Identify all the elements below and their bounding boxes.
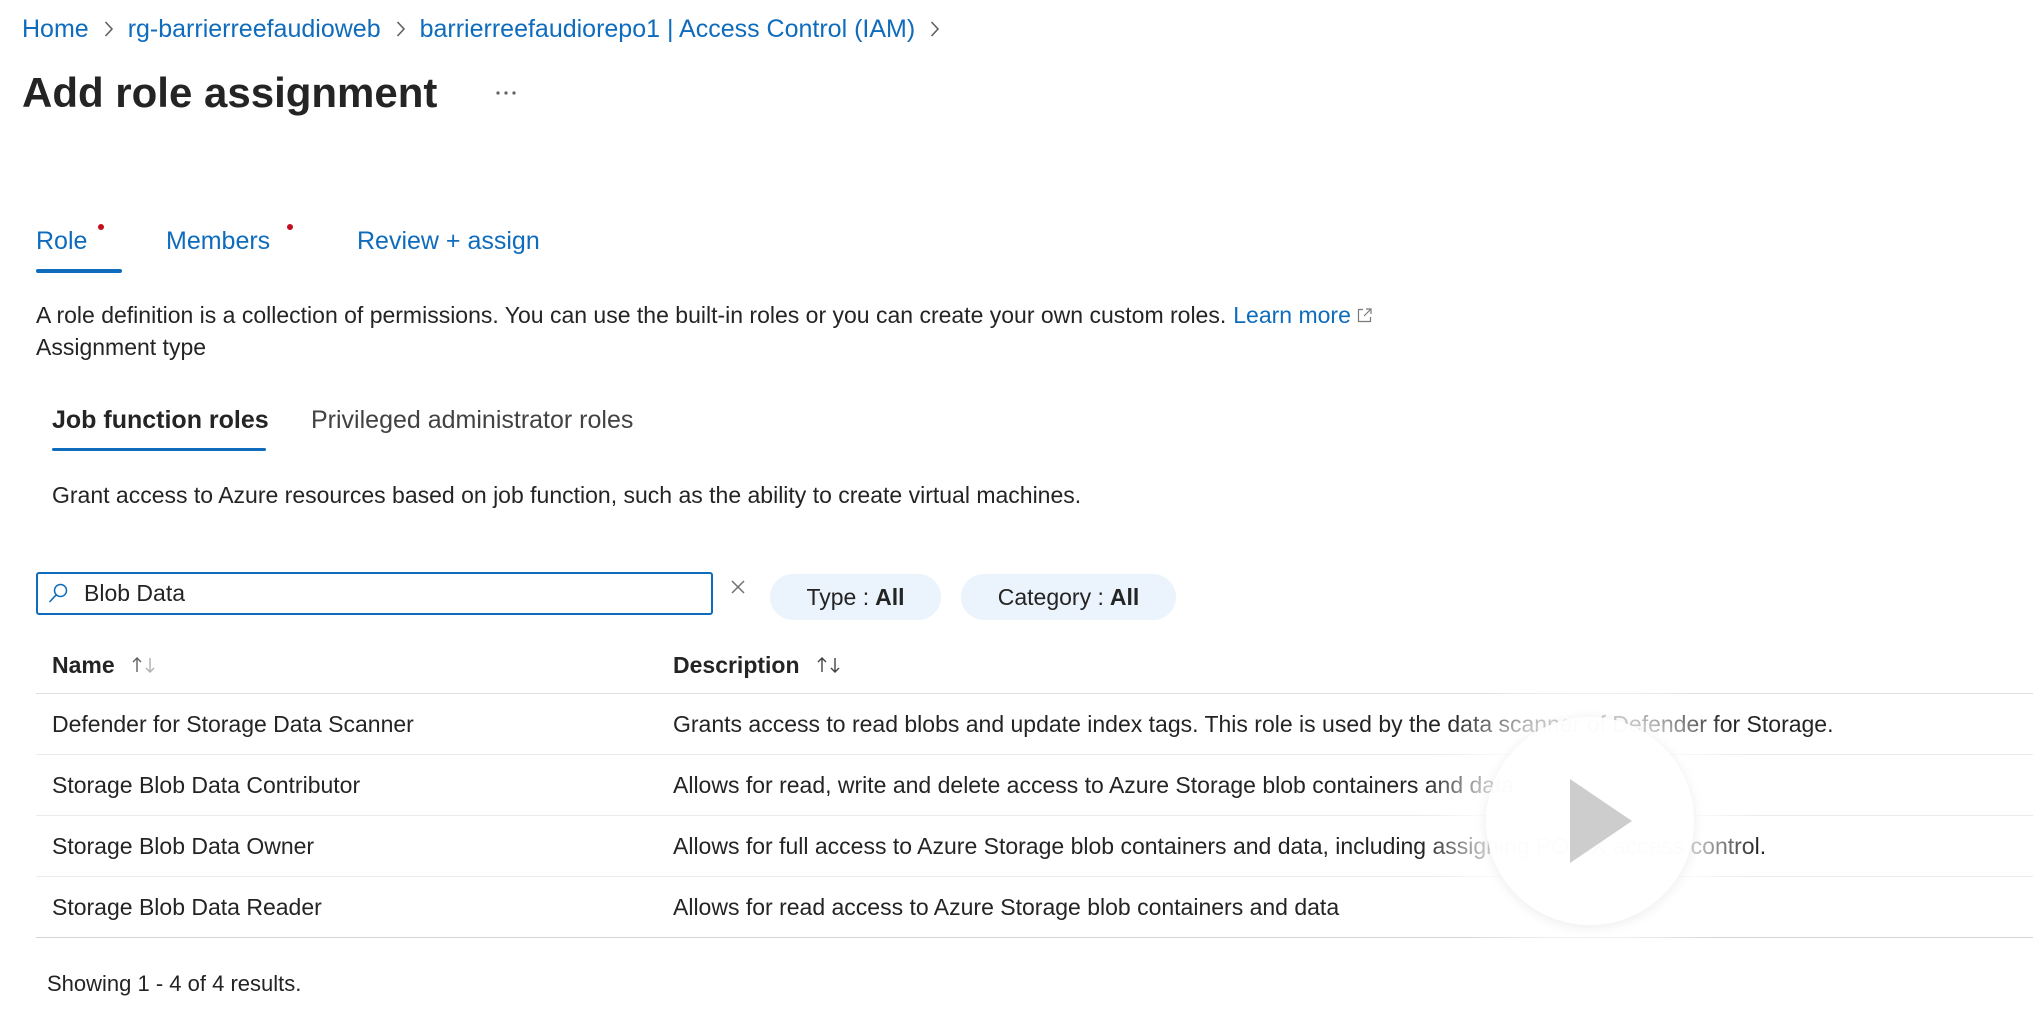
external-link-icon — [1356, 307, 1373, 324]
role-name: Defender for Storage Data Scanner — [52, 711, 414, 737]
results-count: Showing 1 - 4 of 4 results. — [47, 971, 302, 996]
role-intro: A role definition is a collection of per… — [36, 301, 1373, 329]
chevron-right-icon — [395, 20, 406, 38]
type-filter-label: Type : — [806, 584, 870, 610]
column-header-name-label: Name — [52, 652, 115, 678]
required-indicator — [287, 224, 293, 230]
column-header-name[interactable]: Name — [52, 651, 157, 679]
breadcrumb: Home rg-barrierreefaudioweb barrierreefa… — [22, 14, 954, 44]
role-name: Storage Blob Data Reader — [52, 894, 322, 920]
table-row[interactable]: Defender for Storage Data Scanner Grants… — [36, 694, 2033, 755]
category-filter-button[interactable]: Category : All — [961, 574, 1176, 620]
breadcrumb-link-access-control[interactable]: barrierreefaudiorepo1 | Access Control (… — [420, 14, 916, 44]
category-filter-label: Category : — [997, 584, 1104, 610]
video-play-button[interactable] — [1486, 717, 1694, 925]
sort-arrows-icon[interactable] — [131, 655, 157, 675]
assignment-type-label: Assignment type — [36, 334, 207, 360]
tab-privileged-administrator-roles[interactable]: Privileged administrator roles — [311, 405, 633, 435]
role-description: Allows for read access to Azure Storage … — [673, 894, 1340, 920]
column-header-description-label: Description — [673, 652, 800, 678]
tab-job-function-roles[interactable]: Job function roles — [52, 405, 269, 435]
column-header-description[interactable]: Description — [673, 651, 842, 679]
assignment-description: Grant access to Azure resources based on… — [52, 482, 1082, 508]
tab-review-assign[interactable]: Review + assign — [357, 226, 540, 256]
breadcrumb-link-home[interactable]: Home — [22, 14, 89, 44]
subtab-selected-indicator — [52, 448, 266, 451]
close-icon[interactable] — [729, 578, 747, 596]
table-header: Name Description — [36, 636, 2033, 694]
learn-more-link[interactable]: Learn more — [1233, 301, 1351, 329]
category-filter-value: All — [1109, 584, 1140, 610]
search-icon — [48, 583, 68, 605]
chevron-right-icon — [103, 20, 114, 38]
required-indicator — [98, 224, 104, 230]
role-intro-text: A role definition is a collection of per… — [36, 302, 1227, 328]
roles-table: Name Description Defender for Storage Da… — [36, 636, 2033, 938]
page-title: Add role assignment — [22, 69, 438, 116]
table-row[interactable]: Storage Blob Data Owner Allows for full … — [36, 816, 2033, 877]
table-row[interactable]: Storage Blob Data Reader Allows for read… — [36, 877, 2033, 938]
chevron-right-icon — [929, 20, 940, 38]
type-filter-button[interactable]: Type : All — [770, 574, 941, 620]
role-name: Storage Blob Data Owner — [52, 833, 315, 859]
play-icon — [1570, 779, 1632, 863]
role-name: Storage Blob Data Contributor — [52, 772, 361, 798]
role-search-box[interactable] — [36, 572, 713, 615]
tab-selected-indicator — [36, 269, 122, 273]
breadcrumb-link-resource-group[interactable]: rg-barrierreefaudioweb — [128, 14, 381, 44]
role-description: Allows for read, write and delete access… — [673, 772, 1515, 798]
search-input[interactable] — [84, 575, 684, 612]
type-filter-value: All — [875, 584, 905, 610]
more-icon[interactable] — [492, 81, 520, 105]
tab-members[interactable]: Members — [166, 226, 270, 256]
sort-arrows-icon[interactable] — [816, 655, 842, 675]
tab-role[interactable]: Role — [36, 226, 87, 256]
table-row[interactable]: Storage Blob Data Contributor Allows for… — [36, 755, 2033, 816]
